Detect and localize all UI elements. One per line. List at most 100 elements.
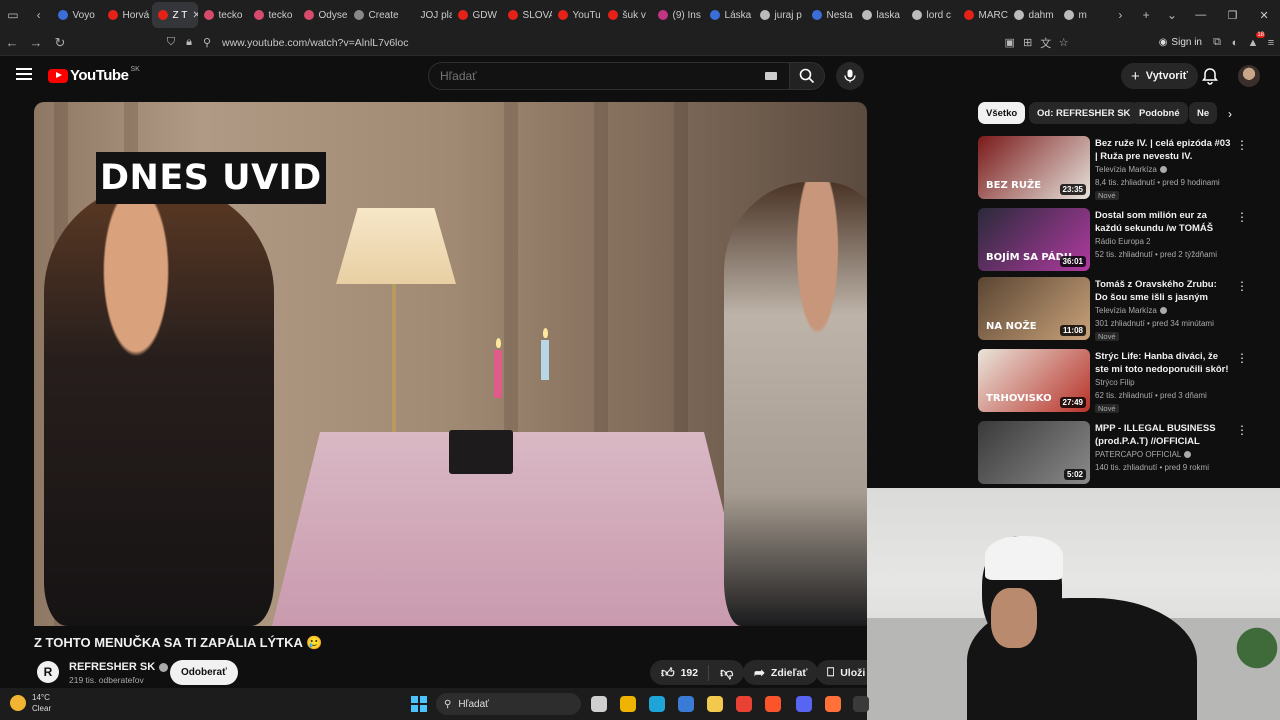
- browser-tab[interactable]: SLOVA: [502, 2, 552, 28]
- tab-scroll-left-icon[interactable]: ‹: [26, 0, 52, 30]
- video-thumbnail[interactable]: TRHOVISKO 27:49: [978, 349, 1090, 412]
- brave-app-icon[interactable]: [765, 696, 781, 712]
- restore-icon[interactable]: ❐: [1217, 0, 1249, 30]
- recommended-video-title[interactable]: Strýc Life: Hanba diváci, že ste mi toto…: [1095, 350, 1231, 376]
- save-button[interactable]: ⎕ Uloži: [816, 660, 867, 685]
- browser-tab[interactable]: tecko: [198, 2, 248, 28]
- search-input[interactable]: [440, 69, 740, 83]
- hamburger-menu-icon[interactable]: [16, 68, 32, 80]
- voice-search-button[interactable]: [836, 62, 864, 90]
- browser-tab[interactable]: lord c: [906, 2, 958, 28]
- browser-tab[interactable]: Nesta: [806, 2, 856, 28]
- recommended-video[interactable]: NA NOŽE 11:08 Tomáš z Oravského Zrubu: Do …: [978, 277, 1258, 341]
- recommended-video-title[interactable]: MPP - ILLEGAL BUSINESS (prod.P.A.T) //OF…: [1095, 422, 1231, 448]
- obs-app-icon[interactable]: [853, 696, 869, 712]
- chip-from-channel[interactable]: Od: REFRESHER SK: [1029, 102, 1139, 124]
- share-button[interactable]: ➦ Zdieľať: [743, 660, 819, 685]
- browser-tab[interactable]: GDW: [452, 2, 502, 28]
- recommended-channel[interactable]: Televízia Markíza: [1095, 165, 1167, 174]
- bookmark-star-icon[interactable]: ☆: [1055, 34, 1073, 52]
- chip-new[interactable]: Ne: [1189, 102, 1217, 124]
- more-options-icon[interactable]: ⋮: [1236, 351, 1248, 365]
- more-options-icon[interactable]: ⋮: [1236, 138, 1248, 152]
- browser-tab[interactable]: Horvá: [102, 2, 152, 28]
- chip-related[interactable]: Podobné: [1131, 102, 1188, 124]
- recommended-channel[interactable]: PATERCAPO OFFICIAL: [1095, 450, 1192, 459]
- browser-tab[interactable]: m: [1058, 2, 1108, 28]
- more-options-icon[interactable]: ⋮: [1236, 423, 1248, 437]
- extension-badge-icon[interactable]: ▲ 18: [1244, 31, 1265, 52]
- browser-tab[interactable]: dahm: [1008, 2, 1058, 28]
- explorer-app-icon[interactable]: [707, 696, 723, 712]
- channel-avatar[interactable]: R: [37, 661, 59, 683]
- tab-actions-icon[interactable]: ▭: [0, 0, 26, 30]
- extensions-icon[interactable]: ⧉: [1208, 34, 1226, 52]
- recommended-video[interactable]: 5:02 MPP - ILLEGAL BUSINESS (prod.P.A.T) …: [978, 421, 1258, 485]
- browser-tab[interactable]: juraj p: [754, 2, 806, 28]
- video-thumbnail[interactable]: NA NOŽE 11:08: [978, 277, 1090, 340]
- recommended-video-title[interactable]: Bez ruže IV. | celá epizóda #03 | Ruža p…: [1095, 137, 1231, 163]
- windows-start-icon[interactable]: [411, 696, 427, 712]
- dislike-button[interactable]: 👎︎: [709, 665, 744, 681]
- recommended-video[interactable]: BOJÍM SA PÁDU 36:01 Dostal som milión eur …: [978, 208, 1258, 272]
- browser-tab[interactable]: JOJ play: [400, 2, 452, 28]
- tab-scroll-right-icon[interactable]: ›: [1108, 0, 1134, 30]
- minimize-icon[interactable]: —: [1185, 0, 1217, 30]
- sign-in-button[interactable]: ◉ Sign in: [1159, 37, 1202, 48]
- address-bar-url[interactable]: www.youtube.com/watch?v=AlnlL7v6loc: [222, 37, 408, 49]
- browser-tab[interactable]: YouTu: [552, 2, 602, 28]
- browser-tab[interactable]: Z T ✕: [151, 2, 198, 28]
- recommended-video-title[interactable]: Dostal som milión eur za každú sekundu /…: [1095, 209, 1231, 235]
- recommended-channel[interactable]: Rádio Europa 2: [1095, 237, 1151, 246]
- recommended-channel[interactable]: Strýco Filip: [1095, 378, 1135, 387]
- new-tab-icon[interactable]: +: [1133, 0, 1159, 30]
- tab-search-icon[interactable]: ⌄: [1159, 0, 1185, 30]
- search-box[interactable]: [428, 62, 790, 90]
- recommended-video[interactable]: TRHOVISKO 27:49 Strýc Life: Hanba diváci, …: [978, 349, 1258, 413]
- store-app-icon[interactable]: [620, 696, 636, 712]
- browser-tab[interactable]: laska: [856, 2, 906, 28]
- more-options-icon[interactable]: ⋮: [1236, 279, 1248, 293]
- screen-share-icon[interactable]: ▣: [1001, 34, 1019, 52]
- notifications-bell-icon[interactable]: [1201, 67, 1219, 85]
- keyboard-icon[interactable]: [765, 72, 777, 80]
- translate-icon[interactable]: 文: [1037, 34, 1055, 52]
- browser-tab[interactable]: šuk v: [602, 2, 652, 28]
- shield-icon[interactable]: ⛉: [162, 34, 180, 52]
- close-window-icon[interactable]: ✕: [1248, 0, 1280, 30]
- more-options-icon[interactable]: ⋮: [1236, 210, 1248, 224]
- lock-icon[interactable]: 🔒︎: [180, 34, 198, 52]
- recommended-video-title[interactable]: Tomáš z Oravského Zrubu: Do šou sme išli…: [1095, 278, 1231, 304]
- firefox-app-icon[interactable]: [825, 696, 841, 712]
- edge-app-icon[interactable]: [649, 696, 665, 712]
- photos-app-icon[interactable]: [678, 696, 694, 712]
- browser-tab[interactable]: Create: [348, 2, 400, 28]
- browser-tab[interactable]: Voyo: [52, 2, 102, 28]
- channel-name[interactable]: REFRESHER SK: [69, 661, 169, 673]
- browser-tab[interactable]: tecko: [248, 2, 298, 28]
- taskbar-search[interactable]: ⚲ Hľadať: [436, 693, 581, 715]
- youtube-logo[interactable]: YouTube SK: [48, 66, 140, 84]
- discord-app-icon[interactable]: [796, 696, 812, 712]
- vpn-icon[interactable]: ◐: [1226, 34, 1244, 52]
- task-view-app-icon[interactable]: [591, 696, 607, 712]
- recommended-channel[interactable]: Televízia Markíza: [1095, 306, 1167, 315]
- video-thumbnail[interactable]: BOJÍM SA PÁDU 36:01: [978, 208, 1090, 271]
- video-player[interactable]: DNES UVID R: [34, 102, 867, 626]
- video-thumbnail[interactable]: BEZ RUŽE 23:35: [978, 136, 1090, 199]
- chrome-app-icon[interactable]: [736, 696, 752, 712]
- like-button[interactable]: 👍︎ 192: [661, 664, 710, 681]
- back-icon[interactable]: ←: [0, 31, 24, 55]
- browser-tab[interactable]: (9) Ins: [652, 2, 704, 28]
- video-thumbnail[interactable]: 5:02: [978, 421, 1090, 484]
- chip-all[interactable]: Všetko: [978, 102, 1026, 124]
- install-app-icon[interactable]: ⊞: [1019, 34, 1037, 52]
- reload-icon[interactable]: ↻: [48, 31, 72, 55]
- browser-tab[interactable]: Odyse: [298, 2, 348, 28]
- search-button[interactable]: [789, 62, 825, 90]
- close-tab-icon[interactable]: ✕: [192, 10, 197, 21]
- forward-icon[interactable]: →: [24, 31, 48, 55]
- browser-tab[interactable]: MARC: [958, 2, 1008, 28]
- user-avatar[interactable]: [1238, 65, 1260, 87]
- chevron-right-icon[interactable]: ›: [1222, 106, 1238, 122]
